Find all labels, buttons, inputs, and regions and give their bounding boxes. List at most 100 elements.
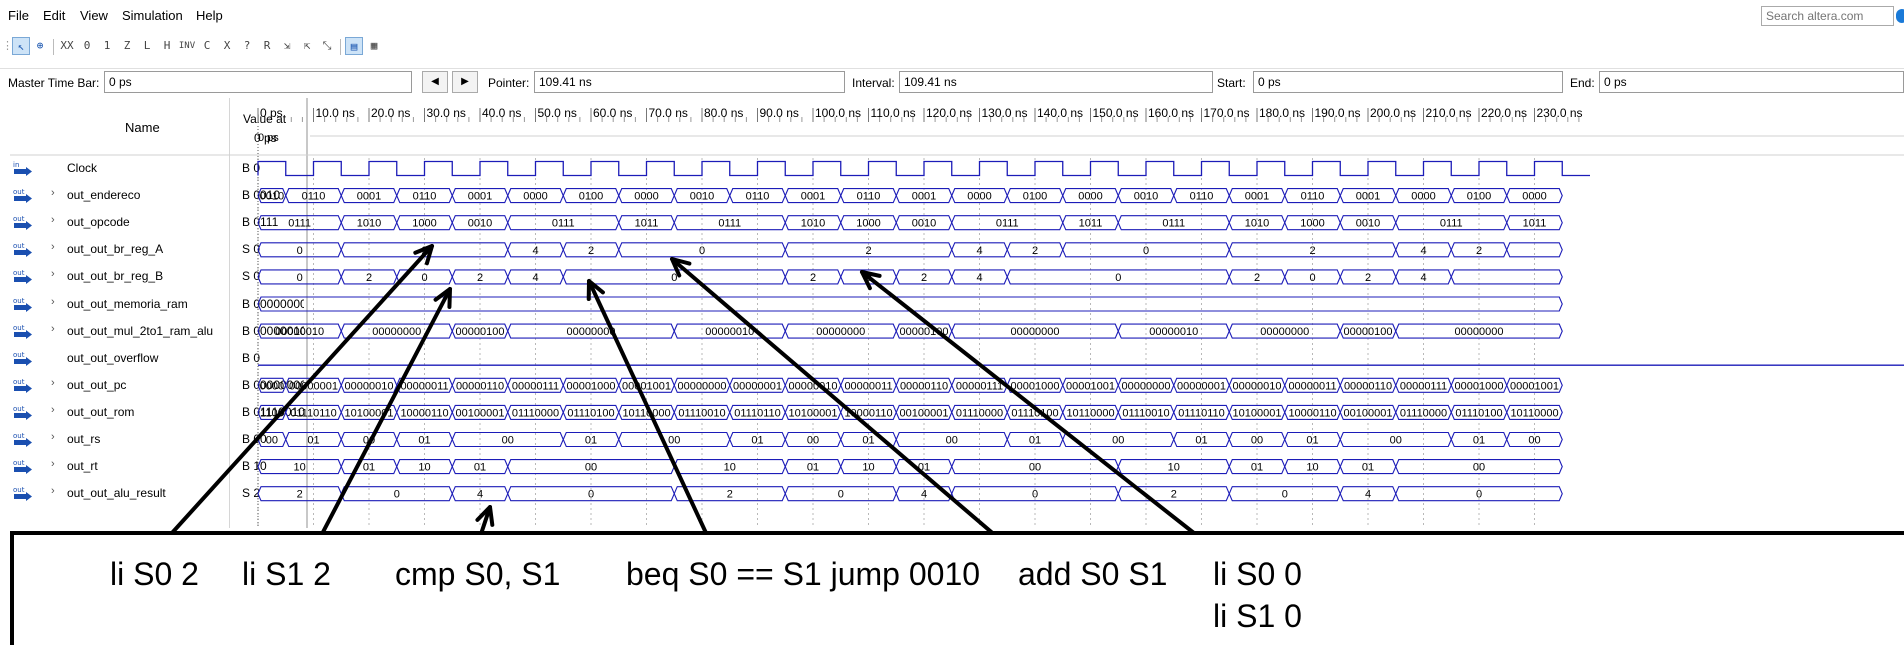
chevron-right-icon[interactable]: › [51,404,55,416]
pointer-tool-icon[interactable]: ↖ [12,37,30,55]
zoom-tool-icon[interactable]: ⊕ [31,37,49,55]
bus-segment [396,269,453,285]
start-field[interactable]: 0 ps [1253,71,1563,93]
annotation-li-s1-0: li S1 0 [1213,598,1302,634]
signal-name: out_rt [67,459,98,474]
signal-row[interactable]: in Clock B 0 [10,155,306,182]
overwrite-clock-icon[interactable]: X [218,37,236,55]
zoom-fit-icon[interactable]: ⤡ [318,37,336,55]
forcing-weak-low-icon[interactable]: L [138,37,156,55]
forcing-unknown-icon[interactable]: XX [58,37,76,55]
bus-segment-value: 4 [921,489,927,501]
bus-segment-value: 0010 [1356,218,1380,230]
forcing-low-icon[interactable]: 0 [78,37,96,55]
signal-row[interactable]: out › out_rs B 00 [10,426,306,453]
chevron-right-icon[interactable]: › [51,187,55,199]
chevron-right-icon[interactable]: › [51,458,55,470]
bus-segment-value: 01110000 [1400,407,1447,419]
chevron-right-icon[interactable]: › [51,241,55,253]
bus-segment-value: 00000100 [456,326,505,338]
menu-edit[interactable]: Edit [43,8,65,23]
bus-segment-value: 00000010 [789,380,838,392]
forcing-high-icon[interactable]: 1 [98,37,116,55]
forcing-weak-high-icon[interactable]: H [158,37,176,55]
ungroup-icon[interactable]: ▦ [365,37,383,55]
bus-segment [840,377,897,393]
bus-segment-value: 10000110 [1288,407,1336,419]
bus-segment [1062,431,1175,448]
svg-text:out: out [13,242,25,250]
chevron-right-icon[interactable]: › [51,268,55,280]
clock-waveform [257,160,1590,177]
search-input[interactable] [1761,6,1894,26]
bus-segment-value: 00001000 [1011,380,1060,392]
pointer-field[interactable]: 109.41 ns [534,71,845,93]
bus-segment [784,404,842,420]
next-transition-button[interactable]: ▶ [452,71,478,93]
bus-segment-value: 0110 [1190,191,1214,203]
count-value-icon[interactable]: C [198,37,216,55]
signal-row[interactable]: out › out_out_memoria_ram B 00000000 [10,291,306,318]
snap-to-transition-icon[interactable]: ⇲ [278,37,296,55]
signal-row[interactable]: out › out_out_mul_2to1_ram_alu B 00000010 [10,318,306,345]
chevron-right-icon[interactable]: › [51,485,55,497]
chevron-right-icon[interactable]: › [51,377,55,389]
menu-view[interactable]: View [80,8,108,23]
chevron-right-icon[interactable]: › [51,214,55,226]
output-pin-icon: out [13,459,33,475]
bus-segment [1228,459,1286,475]
output-pin-icon: out [13,486,33,502]
bus-segment [673,377,731,393]
time-tick-label: 230.0 ns [1537,106,1583,120]
bus-segment-value: 00000110 [456,380,504,392]
signal-row[interactable]: out › out_endereco B 0010 [10,182,306,209]
bus-segment [507,323,675,339]
time-tick-label: 200.0 ns [1370,106,1416,120]
bus-segment-value: 10110000 [1066,407,1114,419]
end-label: End: [1570,76,1595,90]
chevron-right-icon[interactable]: › [51,431,55,443]
bus-segment [340,459,398,475]
bus-segment [1506,215,1563,231]
annotation-beq: beq S0 == S1 jump 0010 [626,556,981,592]
signal-row[interactable]: out › out_out_alu_result S 2 [10,480,306,507]
end-field[interactable]: 0 ps [1599,71,1904,93]
forcing-high-impedance-icon[interactable]: Z [118,37,136,55]
signal-row[interactable]: out › out_out_rom B 01110010 [10,399,306,426]
random-values-icon[interactable]: ? [238,37,256,55]
bus-segment-value: 0 [671,272,677,284]
output-pin-icon: out [13,215,33,231]
menu-help[interactable]: Help [196,8,223,23]
signal-row[interactable]: out out_out_overflow B 0 [10,345,306,372]
bus-segment-value: 00000000 [1455,326,1504,338]
signal-row[interactable]: out › out_out_pc B 00000000 [10,372,306,399]
prev-transition-button[interactable]: ◀ [422,71,448,93]
bus-segment [840,215,897,231]
signal-row[interactable]: out › out_rt B 10 [10,453,306,480]
bus-segment [895,404,953,420]
group-icon[interactable]: ▤ [345,37,363,55]
signal-value: B 00000000 [242,296,304,311]
master-time-bar-field[interactable]: 0 ps [104,71,412,93]
menu-file[interactable]: File [8,8,29,23]
output-pin-icon: out [13,378,33,393]
signal-row[interactable]: out › out_out_br_reg_B S 0 [10,263,306,290]
search-icon[interactable] [1896,9,1904,23]
grid-settings-icon[interactable]: ⇱ [298,37,316,55]
bus-segment-value: 2 [921,272,927,284]
bus-segment [1006,242,1064,258]
menu-simulation[interactable]: Simulation [122,8,183,23]
arbitrary-value-icon[interactable]: R [258,37,276,55]
bus-segment-value: 00000010 [1233,380,1282,392]
bus-segment-value: 1011 [1523,218,1547,230]
bus-segment-value: 0110 [1301,191,1325,203]
invert-icon[interactable]: INV [178,37,196,55]
chevron-right-icon[interactable]: › [51,323,55,335]
signal-row[interactable]: out › out_opcode B 0111 [10,209,306,236]
chevron-right-icon[interactable]: › [51,296,55,308]
interval-field[interactable]: 109.41 ns [899,71,1213,93]
signal-row[interactable]: out › out_out_br_reg_A S 0 [10,236,306,263]
annotation-arrow-head [413,244,434,266]
bus-segment-value: 2 [1171,489,1177,501]
bus-segment [1450,377,1508,393]
